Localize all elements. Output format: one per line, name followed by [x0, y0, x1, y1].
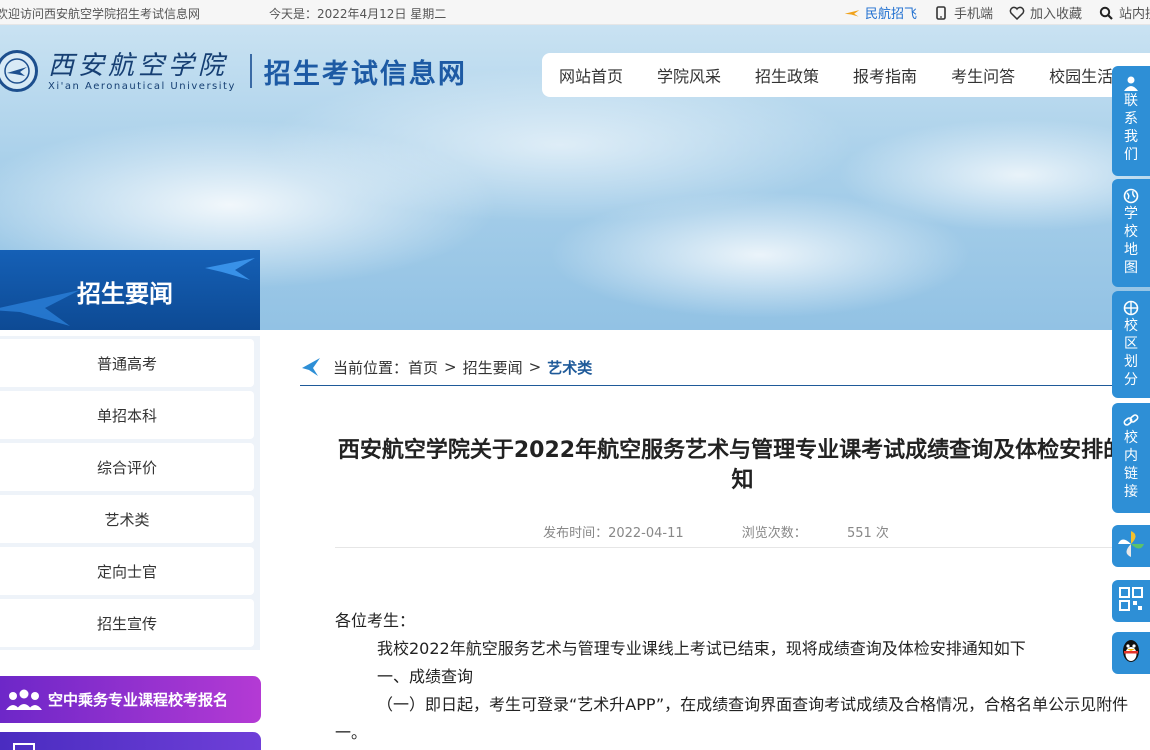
qq-button[interactable]	[1112, 632, 1150, 674]
nav-qa[interactable]: 考生问答	[951, 63, 1015, 87]
article-greeting: 各位考生：	[335, 611, 416, 630]
breadcrumb-section[interactable]: 招生要闻	[463, 357, 523, 378]
article-body: 各位考生： 我校2022年航空服务艺术与管理专业课线上考试已结束，现将成绩查询及…	[335, 607, 1150, 747]
contact-us-tab[interactable]: 联系我们	[1112, 66, 1150, 176]
qq-penguin-icon	[1118, 637, 1144, 669]
university-seal-icon	[0, 50, 38, 92]
link-icon	[1122, 411, 1140, 429]
date-text: 今天是：2022年4月12日 星期二	[269, 7, 447, 21]
sidebar-item-arts[interactable]: 艺术类	[0, 495, 254, 543]
flight-attendant-signup-button[interactable]: 空中乘务专业课程校考报名	[0, 676, 261, 723]
university-name-cn: 西安航空学院	[48, 50, 229, 81]
campus-division-tab[interactable]: 校区划分	[1112, 291, 1150, 398]
sidebar-item-promotion[interactable]: 招生宣传	[0, 599, 254, 647]
internal-links-tab[interactable]: 校内链接	[1112, 403, 1150, 513]
sidebar-menu: 普通高考 单招本科 综合评价 艺术类 定向士官 招生宣传	[0, 336, 260, 650]
favorite-link[interactable]: 加入收藏	[1009, 3, 1082, 22]
site-logo[interactable]: 西安航空学院 Xi'an Aeronautical University 招生考…	[0, 50, 467, 92]
qr-code-icon	[1118, 586, 1144, 616]
article-paragraph: （一）即日起，考生可登录“艺术升APP”，在成绩查询界面查询考试成绩及合格情况，…	[335, 695, 1129, 742]
people-icon	[4, 687, 44, 713]
welcome-text: 欢迎访问西安航空学院招生考试信息网	[0, 7, 201, 21]
plane-icon	[844, 6, 860, 20]
sidebar-item-single-bachelor[interactable]: 单招本科	[0, 391, 254, 439]
nav-policy[interactable]: 招生政策	[755, 63, 819, 87]
site-search-link[interactable]: 站内搜	[1098, 3, 1150, 22]
plane-icon	[300, 356, 322, 378]
qr-code-button[interactable]	[1112, 580, 1150, 622]
mobile-link[interactable]: 手机端	[933, 3, 993, 22]
logo-divider	[249, 54, 252, 88]
school-map-tab[interactable]: 学校地图	[1112, 179, 1150, 287]
article-title: 西安航空学院关于2022年航空服务艺术与管理专业课考试成绩查询及体检安排的通知	[337, 438, 1148, 493]
nav-campus-life[interactable]: 校园生活	[1049, 63, 1113, 87]
university-name-en: Xi'an Aeronautical University	[48, 80, 236, 92]
pinwheel-button[interactable]	[1112, 525, 1150, 567]
sidebar-title: 招生要闻	[77, 280, 173, 308]
nav-home[interactable]: 网站首页	[559, 63, 623, 87]
publish-time: 发布时间：2022-04-11	[543, 526, 684, 541]
search-icon	[1098, 6, 1114, 20]
pinwheel-icon	[1116, 529, 1146, 563]
pilot-recruit-link[interactable]: 民航招飞	[844, 3, 917, 22]
main-nav: 网站首页 学院风采 招生政策 报考指南 考生问答 校园生活	[542, 53, 1150, 97]
breadcrumb-home[interactable]: 首页	[408, 357, 438, 378]
sidebar-item-comprehensive[interactable]: 综合评价	[0, 443, 254, 491]
breadcrumb: 当前位置： 首页 > 招生要闻 > 艺术类	[300, 353, 1150, 386]
top-bar: 欢迎访问西安航空学院招生考试信息网 今天是：2022年4月12日 星期二 民航招…	[0, 0, 1150, 25]
sidebar-item-gaokao[interactable]: 普通高考	[0, 339, 254, 387]
view-count: 浏览次数： 551 次	[741, 526, 889, 541]
article-paragraph: 我校2022年航空服务艺术与管理专业课线上考试已结束，现将成绩查询及体检安排通知…	[377, 639, 1026, 658]
article-meta: 发布时间：2022-04-11 浏览次数： 551 次	[335, 522, 1115, 548]
top-links: 民航招飞 手机端 加入收藏 站内搜	[828, 3, 1150, 22]
breadcrumb-current[interactable]: 艺术类	[547, 357, 592, 378]
phone-icon	[933, 5, 949, 20]
nav-guide[interactable]: 报考指南	[853, 63, 917, 87]
sidebar-header: 招生要闻	[0, 250, 260, 330]
sidebar-item-nco[interactable]: 定向士官	[0, 547, 254, 595]
doc-icon	[4, 739, 44, 750]
globe-icon	[1122, 187, 1140, 205]
user-icon	[1122, 74, 1140, 92]
article-heading: 一、成绩查询	[377, 667, 474, 686]
heart-icon	[1009, 6, 1025, 20]
nav-college[interactable]: 学院风采	[657, 63, 721, 87]
second-promo-button[interactable]	[0, 732, 261, 750]
network-icon	[1122, 299, 1140, 317]
site-name: 招生考试信息网	[263, 58, 467, 90]
